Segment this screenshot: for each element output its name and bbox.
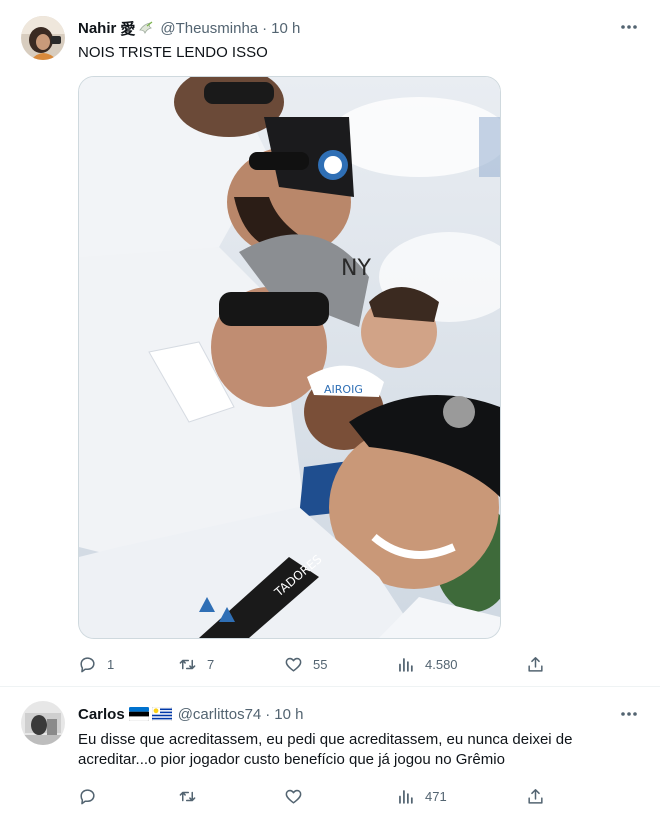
tweet-media-photo[interactable]: NY AIROIG TADORES [78,76,501,639]
author-name[interactable]: Carlos [78,706,125,723]
share-button[interactable] [526,784,545,808]
view-count: 4.580 [425,656,458,672]
share-icon [528,788,543,804]
flag-estonia-icon [128,707,149,721]
retweet-count: 7 [207,656,215,672]
views-button[interactable]: 471 [396,784,447,808]
tweet-timestamp[interactable]: 10 h [274,706,303,723]
reply-count: 1 [107,656,115,672]
analytics-icon [399,789,413,804]
separator-dot: · [265,705,271,723]
tweet-header: Carlos @carlittos74 · 10 h [78,704,303,724]
like-count: 55 [313,656,328,672]
svg-text:NY: NY [341,256,371,281]
author-name[interactable]: Nahir [78,20,116,37]
tweet-text-line-1: Eu disse que acreditassem, eu pedi que a… [78,731,573,748]
reply-icon [80,788,95,804]
reply-button[interactable]: 1 [78,652,114,676]
author-handle[interactable]: @carlittos74 [178,706,262,723]
view-count: 471 [425,788,447,804]
avatar[interactable] [21,701,65,745]
more-dots-icon [621,712,637,716]
avatar[interactable] [21,16,65,60]
retweet-icon [179,659,196,669]
tweet-text: NOIS TRISTE LENDO ISSO [78,44,268,61]
dove-emoji-icon [139,21,153,35]
heart-icon [285,657,302,672]
flag-uruguay-icon [151,707,172,721]
views-button[interactable]: 4.580 [396,652,458,676]
reply-icon [80,656,95,672]
retweet-icon [179,791,196,801]
share-button[interactable] [526,652,545,676]
tweet-text-line-2: acreditar...o pior jogador custo benefíc… [78,751,505,768]
tweet-header: Nahir 愛 @Theusminha · 10 h [78,18,300,38]
analytics-icon [399,657,413,672]
svg-text:AIROIG: AIROIG [324,383,363,396]
tweet-timestamp[interactable]: 10 h [271,20,300,37]
reply-button[interactable] [78,784,107,808]
retweet-button[interactable]: 7 [178,652,214,676]
retweet-button[interactable] [178,784,207,808]
more-options-button[interactable] [618,17,640,37]
separator-dot: · [262,19,268,37]
selfie-photo: NY AIROIG TADORES [79,77,500,638]
author-name-suffix: 愛 [120,20,136,38]
like-button[interactable]: 55 [284,652,327,676]
author-handle[interactable]: @Theusminha [160,20,258,37]
tweet-text: Eu disse que acreditassem, eu pedi que a… [78,730,623,770]
tweet-actions: 1 7 55 4.580 [78,652,548,676]
tweet-2[interactable]: Carlos @carlittos74 · 10 h Eu disse que … [0,687,660,819]
tweet-actions: 471 [78,784,548,808]
avatar-image [21,16,65,60]
more-options-button[interactable] [618,704,640,724]
like-button[interactable] [284,784,313,808]
more-dots-icon [621,25,637,29]
tweet-1[interactable]: Nahir 愛 @Theusminha · 10 h NOIS TRISTE L… [0,0,660,687]
avatar-image [21,701,65,745]
heart-icon [285,789,302,804]
share-icon [528,656,543,672]
